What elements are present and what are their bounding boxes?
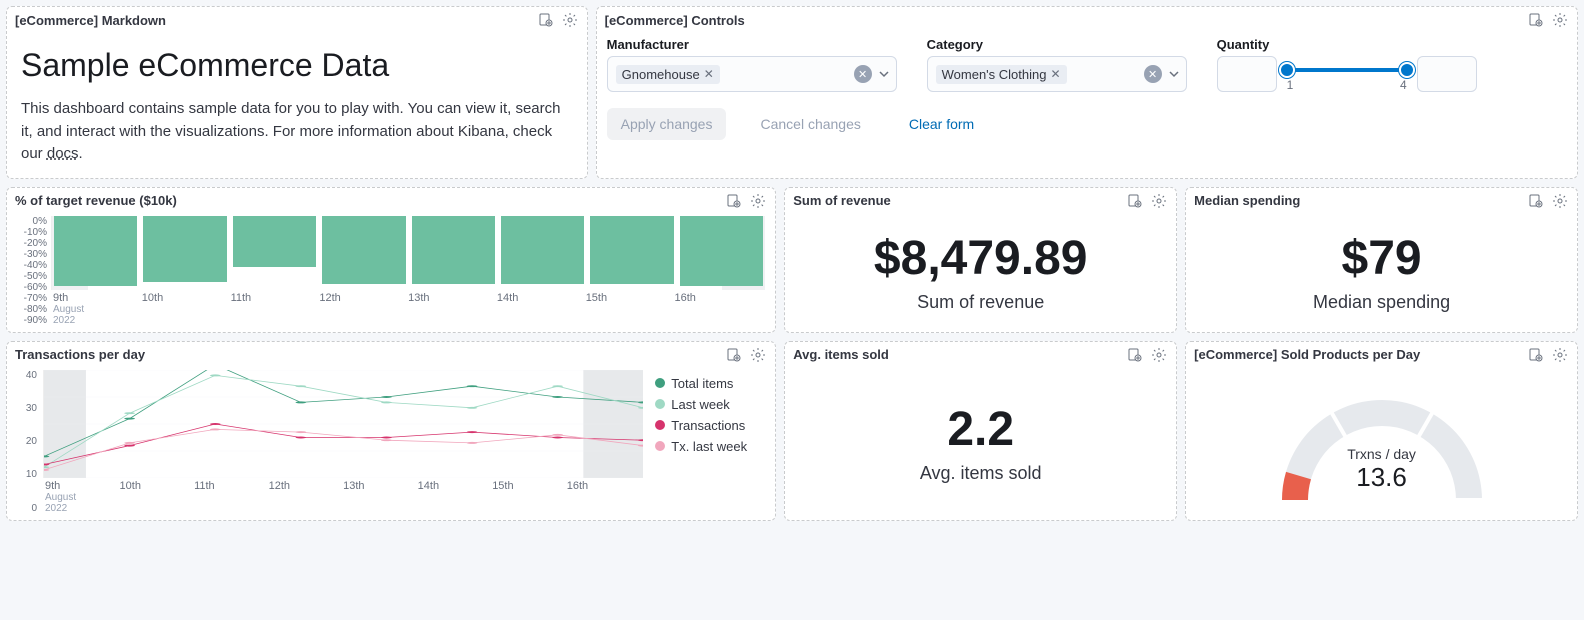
panel-transactions: Transactions per day 403020100 9thAugust…	[6, 341, 776, 521]
control-label: Quantity	[1217, 37, 1477, 52]
docs-link[interactable]: docs	[47, 145, 79, 162]
gear-icon[interactable]	[749, 192, 767, 210]
markdown-body: This dashboard contains sample data for …	[21, 98, 573, 166]
panel-title: [eCommerce] Sold Products per Day	[1194, 347, 1420, 362]
panel-title: % of target revenue ($10k)	[15, 193, 177, 208]
gear-icon[interactable]	[749, 346, 767, 364]
metric-value: $8,479.89	[874, 231, 1088, 286]
chart-legend: Total items Last week Transactions Tx. last…	[649, 370, 769, 514]
panel-controls: [eCommerce] Controls Manufacturer Gnomeh…	[596, 6, 1578, 179]
gauge-chart: Trxns / day 13.6	[1186, 366, 1577, 520]
filter-icon[interactable]	[1527, 192, 1545, 210]
legend-item[interactable]: Total items	[655, 376, 763, 391]
panel-title: Transactions per day	[15, 347, 145, 362]
clear-form-button[interactable]: Clear form	[895, 108, 988, 140]
control-manufacturer: Manufacturer Gnomehouse ✕ ✕	[607, 37, 897, 92]
slider-min-label: 1	[1287, 78, 1294, 92]
manufacturer-combobox[interactable]: Gnomehouse ✕ ✕	[607, 56, 897, 92]
slider-thumb-max[interactable]	[1399, 62, 1415, 78]
filter-icon[interactable]	[725, 346, 743, 364]
chip-manufacturer[interactable]: Gnomehouse ✕	[616, 65, 720, 84]
category-combobox[interactable]: Women's Clothing ✕ ✕	[927, 56, 1187, 92]
filter-icon[interactable]	[1527, 11, 1545, 29]
panel-target-revenue: % of target revenue ($10k) 0%-10%-20%-30…	[6, 187, 776, 333]
chevron-down-icon[interactable]	[878, 68, 890, 80]
chip-category[interactable]: Women's Clothing ✕	[936, 65, 1067, 84]
metric-label: Avg. items sold	[920, 463, 1042, 484]
markdown-heading: Sample eCommerce Data	[21, 47, 573, 84]
slider-thumb-min[interactable]	[1279, 62, 1295, 78]
legend-item[interactable]: Tx. last week	[655, 439, 763, 454]
gauge-label: Trxns / day	[1347, 446, 1416, 462]
filter-icon[interactable]	[1126, 346, 1144, 364]
panel-title: Sum of revenue	[793, 193, 891, 208]
filter-icon[interactable]	[1527, 346, 1545, 364]
metric-value: $79	[1342, 231, 1422, 286]
cancel-changes-button[interactable]: Cancel changes	[746, 108, 874, 140]
gear-icon[interactable]	[1551, 192, 1569, 210]
metric-label: Sum of revenue	[917, 292, 1044, 313]
panel-sum-revenue: Sum of revenue $8,479.89 Sum of revenue	[784, 187, 1177, 333]
gear-icon[interactable]	[1551, 346, 1569, 364]
filter-icon[interactable]	[1126, 192, 1144, 210]
panel-title: [eCommerce] Controls	[605, 13, 745, 28]
gauge-value: 13.6	[1347, 462, 1416, 493]
panel-title: Median spending	[1194, 193, 1300, 208]
quantity-slider[interactable]: 1 4	[1287, 56, 1407, 92]
gear-icon[interactable]	[1551, 11, 1569, 29]
control-label: Category	[927, 37, 1187, 52]
legend-item[interactable]: Last week	[655, 397, 763, 412]
slider-max-label: 4	[1400, 78, 1407, 92]
filter-icon[interactable]	[537, 11, 555, 29]
legend-item[interactable]: Transactions	[655, 418, 763, 433]
chip-remove-icon[interactable]: ✕	[704, 67, 714, 81]
clear-icon[interactable]: ✕	[1144, 65, 1162, 83]
panel-sold-per-day: [eCommerce] Sold Products per Day Trxns …	[1185, 341, 1578, 521]
gear-icon[interactable]	[1150, 346, 1168, 364]
clear-icon[interactable]: ✕	[854, 65, 872, 83]
quantity-max-input[interactable]	[1417, 56, 1477, 92]
control-quantity: Quantity 1 4	[1217, 37, 1477, 92]
filter-icon[interactable]	[725, 192, 743, 210]
panel-title: Avg. items sold	[793, 347, 889, 362]
transactions-chart: 403020100 9thAugust202210th11th12th13th1…	[13, 370, 769, 514]
panel-markdown: [eCommerce] Markdown Sample eCommerce Da…	[6, 6, 588, 179]
gear-icon[interactable]	[561, 11, 579, 29]
apply-changes-button[interactable]: Apply changes	[607, 108, 727, 140]
control-label: Manufacturer	[607, 37, 897, 52]
panel-title: [eCommerce] Markdown	[15, 13, 166, 28]
quantity-min-input[interactable]	[1217, 56, 1277, 92]
panel-median-spending: Median spending $79 Median spending	[1185, 187, 1578, 333]
metric-label: Median spending	[1313, 292, 1450, 313]
chip-remove-icon[interactable]: ✕	[1050, 67, 1060, 81]
metric-value: 2.2	[947, 402, 1014, 457]
gear-icon[interactable]	[1150, 192, 1168, 210]
target-revenue-chart: 0%-10%-20%-30%-40%-50%-60%-70%-80%-90% 9…	[13, 216, 765, 326]
chevron-down-icon[interactable]	[1168, 68, 1180, 80]
panel-avg-items: Avg. items sold 2.2 Avg. items sold	[784, 341, 1177, 521]
control-category: Category Women's Clothing ✕ ✕	[927, 37, 1187, 92]
